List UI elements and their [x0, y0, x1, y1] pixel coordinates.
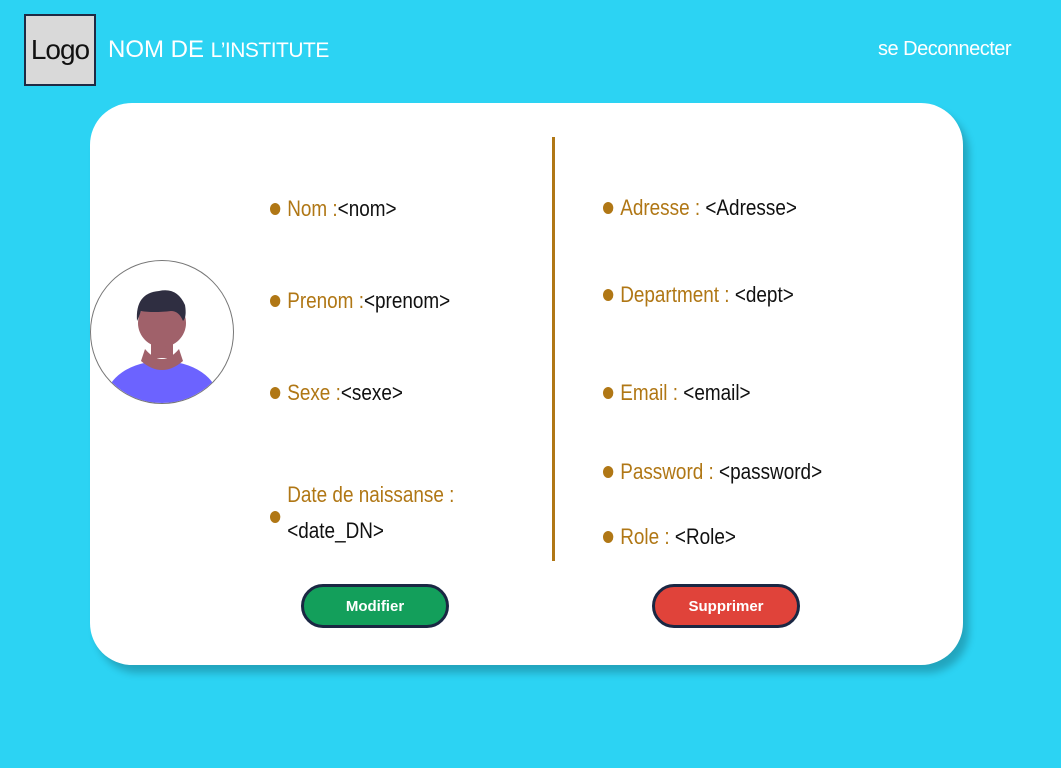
field-value: <Role>: [674, 524, 736, 549]
field-value: <prenom>: [363, 288, 451, 313]
field-password: Password : <password>: [603, 459, 822, 485]
field-nom: Nom :<nom>: [270, 196, 397, 222]
field-label: Prenom :: [287, 288, 364, 313]
bullet-icon: [270, 295, 281, 308]
modify-button[interactable]: Modifier: [301, 584, 449, 628]
field-department: Department : <dept>: [603, 282, 794, 308]
institute-name-part1: NOM DE: [108, 36, 204, 63]
field-label: Department :: [620, 282, 735, 307]
bullet-icon: [270, 387, 281, 400]
field-value: <date_DN>: [287, 518, 384, 543]
field-label: Sexe :: [287, 380, 341, 405]
institute-name: NOM DE L’INSTITUTE: [108, 36, 329, 64]
field-label: Email :: [620, 380, 684, 405]
field-value: <sexe>: [340, 380, 403, 405]
logout-link[interactable]: se Deconnecter: [878, 38, 1012, 61]
bullet-icon: [270, 203, 281, 216]
field-value: <nom>: [337, 196, 397, 221]
field-label: Nom :: [287, 196, 338, 221]
bullet-icon: [603, 466, 614, 479]
field-dob: Date de naissanse : <date_DN>: [270, 477, 454, 549]
field-role: Role : <Role>: [603, 524, 736, 550]
field-label: Date de naissanse :: [287, 482, 455, 507]
bullet-icon: [603, 387, 614, 400]
field-value: <password>: [719, 459, 823, 484]
bullet-icon: [603, 289, 614, 302]
bullet-icon: [603, 531, 614, 544]
field-email: Email : <email>: [603, 380, 751, 406]
delete-button[interactable]: Supprimer: [652, 584, 800, 628]
user-avatar-icon: [90, 260, 234, 404]
profile-card: Nom :<nom> Prenom :<prenom> Sexe :<sexe>…: [90, 103, 963, 665]
field-sexe: Sexe :<sexe>: [270, 380, 403, 406]
column-divider: [552, 137, 555, 561]
field-value: <Adresse>: [705, 195, 797, 220]
field-value: <email>: [683, 380, 751, 405]
field-adresse: Adresse : <Adresse>: [603, 195, 797, 221]
field-label: Password :: [620, 459, 720, 484]
field-prenom: Prenom :<prenom>: [270, 288, 450, 314]
field-value: <dept>: [734, 282, 794, 307]
institute-name-part2: L’INSTITUTE: [210, 39, 330, 62]
field-label: Adresse :: [620, 195, 706, 220]
bullet-icon: [270, 511, 281, 523]
field-label: Role :: [620, 524, 675, 549]
logo: Logo: [24, 14, 96, 86]
bullet-icon: [603, 202, 614, 215]
